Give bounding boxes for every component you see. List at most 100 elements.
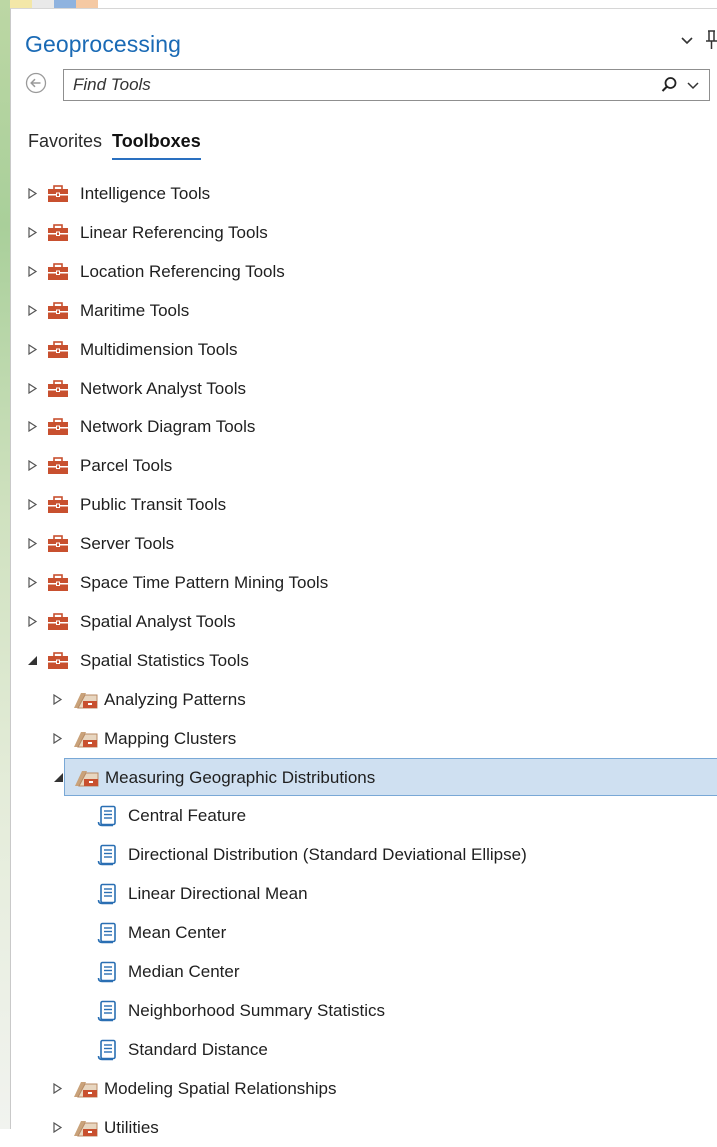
triangle-right-icon[interactable] xyxy=(27,421,38,432)
script-tool-icon xyxy=(97,1039,116,1061)
toolbox-item[interactable]: Public Transit Tools xyxy=(11,486,717,524)
geoprocessing-pane: Geoprocessing Favorites Toolboxes Intell… xyxy=(10,8,717,1137)
toolbox-icon xyxy=(48,380,68,397)
triangle-right-icon[interactable] xyxy=(27,266,38,277)
toolbox-item[interactable]: Spatial Analyst Tools xyxy=(11,603,717,641)
tool-item-label: Mean Center xyxy=(128,923,227,942)
pin-icon[interactable] xyxy=(705,30,717,50)
tool-item[interactable]: Linear Directional Mean xyxy=(11,875,717,913)
toolbox-item[interactable]: Location Referencing Tools xyxy=(11,253,717,291)
toolset-item[interactable]: Mapping Clusters xyxy=(11,720,717,758)
toolset-icon xyxy=(74,1082,98,1098)
chevron-down-icon[interactable] xyxy=(679,33,695,49)
toolbox-item-label: Parcel Tools xyxy=(80,456,173,475)
toolbox-icon xyxy=(48,574,68,591)
toolset-item[interactable]: Modeling Spatial Relationships xyxy=(11,1070,717,1108)
toolbox-icon xyxy=(48,613,68,630)
triangle-right-icon[interactable] xyxy=(27,460,38,471)
script-tool-icon xyxy=(97,805,116,827)
toolset-icon xyxy=(74,732,98,748)
map-view-edge xyxy=(0,0,10,1129)
toolbox-icon xyxy=(48,263,68,280)
toolbox-item-label: Public Transit Tools xyxy=(80,495,227,514)
toolbox-item-label: Multidimension Tools xyxy=(80,340,238,359)
chevron-down-icon[interactable] xyxy=(686,79,700,93)
triangle-right-icon[interactable] xyxy=(52,1083,63,1094)
toolbox-item[interactable]: Spatial Statistics Tools xyxy=(11,642,717,680)
toolbox-item[interactable]: Maritime Tools xyxy=(11,292,717,330)
script-tool-icon xyxy=(97,883,116,905)
tool-item-label: Central Feature xyxy=(128,806,247,825)
toolbox-item-label: Maritime Tools xyxy=(80,301,190,320)
triangle-right-icon[interactable] xyxy=(27,227,38,238)
tool-item[interactable]: Mean Center xyxy=(11,914,717,952)
tool-item[interactable]: Standard Distance xyxy=(11,1031,717,1069)
toolbox-item-label: Space Time Pattern Mining Tools xyxy=(80,573,329,592)
tab-toolboxes[interactable]: Toolboxes xyxy=(112,131,201,160)
toolbox-item[interactable]: Parcel Tools xyxy=(11,447,717,485)
triangle-right-icon[interactable] xyxy=(27,577,38,588)
toolbox-item[interactable]: Intelligence Tools xyxy=(11,175,717,213)
triangle-down-icon[interactable] xyxy=(27,655,38,666)
toolset-item[interactable]: Measuring Geographic Distributions xyxy=(54,758,717,796)
toolset-item-label: Measuring Geographic Distributions xyxy=(105,768,376,787)
toolbox-item[interactable]: Server Tools xyxy=(11,525,717,563)
back-arrow-icon[interactable] xyxy=(25,72,47,94)
toolset-item[interactable]: Utilities xyxy=(11,1109,717,1147)
toolbox-item[interactable]: Network Diagram Tools xyxy=(11,408,717,446)
toolbox-item-label: Network Analyst Tools xyxy=(80,379,246,398)
toolbox-icon xyxy=(48,496,68,513)
toolbox-item-label: Spatial Analyst Tools xyxy=(80,612,236,631)
toolbox-icon xyxy=(48,418,68,435)
script-tool-icon xyxy=(97,1000,116,1022)
search-icon[interactable] xyxy=(660,76,678,94)
toolset-item-label: Analyzing Patterns xyxy=(104,690,246,709)
script-tool-icon xyxy=(97,961,116,983)
triangle-right-icon[interactable] xyxy=(27,616,38,627)
tool-item-label: Standard Distance xyxy=(128,1040,268,1059)
tool-item-label: Median Center xyxy=(128,962,240,981)
toolbox-icon xyxy=(48,457,68,474)
tool-item[interactable]: Neighborhood Summary Statistics xyxy=(11,992,717,1030)
toolbox-item[interactable]: Multidimension Tools xyxy=(11,331,717,369)
script-tool-icon xyxy=(97,922,116,944)
triangle-right-icon[interactable] xyxy=(27,499,38,510)
toolbox-item-label: Linear Referencing Tools xyxy=(80,223,268,242)
script-tool-icon xyxy=(97,844,116,866)
tool-item[interactable]: Central Feature xyxy=(11,797,717,835)
toolbox-icon xyxy=(48,535,68,552)
triangle-right-icon[interactable] xyxy=(52,1122,63,1133)
triangle-right-icon[interactable] xyxy=(27,344,38,355)
tool-item-label: Neighborhood Summary Statistics xyxy=(128,1001,386,1020)
toolset-icon xyxy=(74,693,98,709)
toolbox-item-label: Intelligence Tools xyxy=(80,184,211,203)
toolbox-item[interactable]: Linear Referencing Tools xyxy=(11,214,717,252)
tab-favorites[interactable]: Favorites xyxy=(28,131,102,160)
toolbox-item-label: Location Referencing Tools xyxy=(80,262,285,281)
triangle-down-icon[interactable] xyxy=(53,772,64,783)
tool-item-label: Directional Distribution (Standard Devia… xyxy=(128,845,527,864)
tab-strip: Favorites Toolboxes xyxy=(28,131,201,160)
toolset-item-label: Utilities xyxy=(104,1118,159,1137)
tool-item[interactable]: Median Center xyxy=(11,953,717,991)
triangle-right-icon[interactable] xyxy=(27,383,38,394)
triangle-right-icon[interactable] xyxy=(52,694,63,705)
tool-item-label: Linear Directional Mean xyxy=(128,884,308,903)
toolset-icon xyxy=(75,771,99,787)
toolset-item[interactable]: Analyzing Patterns xyxy=(11,681,717,719)
triangle-right-icon[interactable] xyxy=(27,305,38,316)
triangle-right-icon[interactable] xyxy=(27,188,38,199)
toolbox-item[interactable]: Space Time Pattern Mining Tools xyxy=(11,564,717,602)
find-tools-input[interactable] xyxy=(73,74,633,96)
toolbox-item[interactable]: Network Analyst Tools xyxy=(11,370,717,408)
ribbon-edge xyxy=(10,0,130,8)
tool-item[interactable]: Directional Distribution (Standard Devia… xyxy=(11,836,717,874)
toolset-item-label: Modeling Spatial Relationships xyxy=(104,1079,337,1098)
find-tools-box xyxy=(63,69,710,101)
toolbox-item-label: Network Diagram Tools xyxy=(80,417,256,436)
triangle-right-icon[interactable] xyxy=(27,538,38,549)
toolbox-item-label: Spatial Statistics Tools xyxy=(80,651,249,670)
toolbox-icon xyxy=(48,652,68,669)
toolbox-icon xyxy=(48,185,68,202)
triangle-right-icon[interactable] xyxy=(52,733,63,744)
